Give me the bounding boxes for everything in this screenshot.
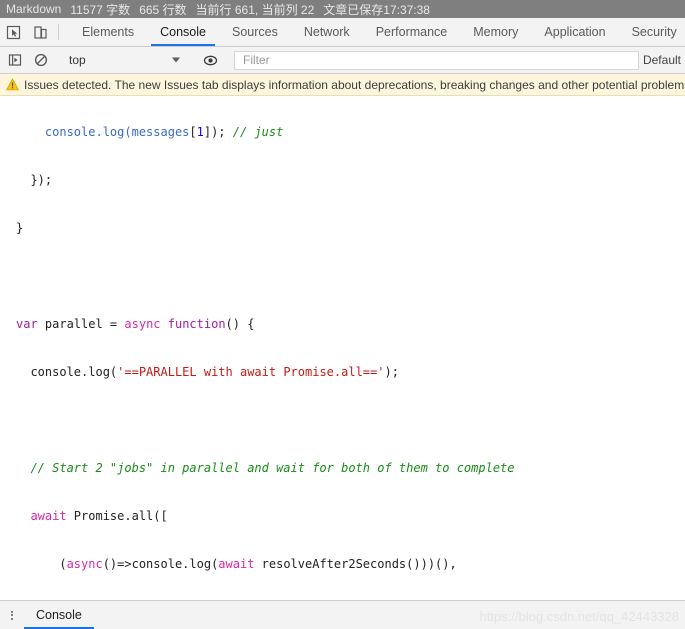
tab-security[interactable]: Security (619, 18, 685, 46)
code-line: await Promise.all([ (30, 509, 168, 523)
panel-tabs: Elements Console Sources Network Perform… (69, 18, 685, 46)
execution-context-select[interactable]: top (63, 53, 188, 67)
editor-status-bar: Markdown 11577 字数 665 行数 当前行 661, 当前列 22… (0, 0, 685, 18)
code-line: console.log(messages[1]); // just (16, 125, 284, 139)
editor-char-count: 11577 字数 (70, 2, 131, 17)
live-expression-icon[interactable] (197, 47, 223, 73)
toolbar-divider (58, 24, 59, 40)
log-levels-select[interactable]: Default (643, 53, 683, 67)
execution-context-value: top (69, 53, 86, 67)
code-line: } (16, 221, 24, 235)
editor-cursor-position: 当前行 661, 当前列 22 (195, 2, 315, 17)
code-line: }); (16, 173, 53, 187)
tab-label: Sources (231, 25, 278, 39)
console-input-echo: console.log(messages[1]); // just }); } … (0, 98, 685, 600)
editor-mode-label: Markdown (6, 2, 62, 16)
chevron-down-icon (172, 57, 180, 63)
tab-memory[interactable]: Memory (460, 18, 531, 46)
tab-label: Elements (82, 25, 135, 39)
tab-elements[interactable]: Elements (69, 18, 147, 46)
code-line: // Start 2 "jobs" in parallel and wait f… (16, 461, 515, 475)
tab-performance[interactable]: Performance (363, 18, 461, 46)
drawer-tab-console[interactable]: Console (24, 601, 94, 629)
filter-input-wrapper[interactable] (234, 50, 639, 70)
console-sidebar-icon[interactable] (2, 47, 28, 73)
tab-label: Memory (473, 25, 519, 39)
clear-console-icon[interactable] (28, 47, 54, 73)
issues-banner-text: Issues detected. The new Issues tab disp… (24, 77, 685, 92)
console-message-list[interactable]: console.log(messages[1]); // just }); } … (0, 98, 685, 600)
tab-label: Application (544, 25, 606, 39)
code-line: var parallel = async function() { (16, 317, 255, 331)
more-options-icon[interactable] (0, 601, 24, 629)
warning-triangle-icon (6, 78, 19, 91)
tab-label: Performance (375, 25, 448, 39)
tab-label: Network (303, 25, 350, 39)
editor-line-count: 665 行数 (139, 2, 187, 17)
code-line: (async()=>console.log(await resolveAfter… (16, 557, 457, 571)
devtools-tabstrip: Elements Console Sources Network Perform… (0, 18, 685, 47)
tab-application[interactable]: Application (531, 18, 618, 46)
tab-network[interactable]: Network (291, 18, 363, 46)
device-toolbar-icon[interactable] (27, 18, 54, 46)
drawer-tabstrip: Console (0, 600, 685, 629)
console-toolbar: top Default (0, 47, 685, 74)
filter-input[interactable] (241, 52, 632, 68)
editor-save-status: 文章已保存17:37:38 (323, 2, 430, 17)
tab-console[interactable]: Console (147, 18, 219, 46)
drawer-tab-label: Console (36, 608, 82, 622)
tab-sources[interactable]: Sources (219, 18, 291, 46)
tab-label: Security (631, 25, 677, 39)
code-line: console.log('==PARALLEL with await Promi… (16, 365, 399, 379)
devtools-window: Markdown 11577 字数 665 行数 当前行 661, 当前列 22… (0, 0, 685, 629)
tab-label: Console (160, 25, 206, 39)
inspect-element-icon[interactable] (0, 18, 27, 46)
issues-banner[interactable]: Issues detected. The new Issues tab disp… (0, 74, 685, 96)
